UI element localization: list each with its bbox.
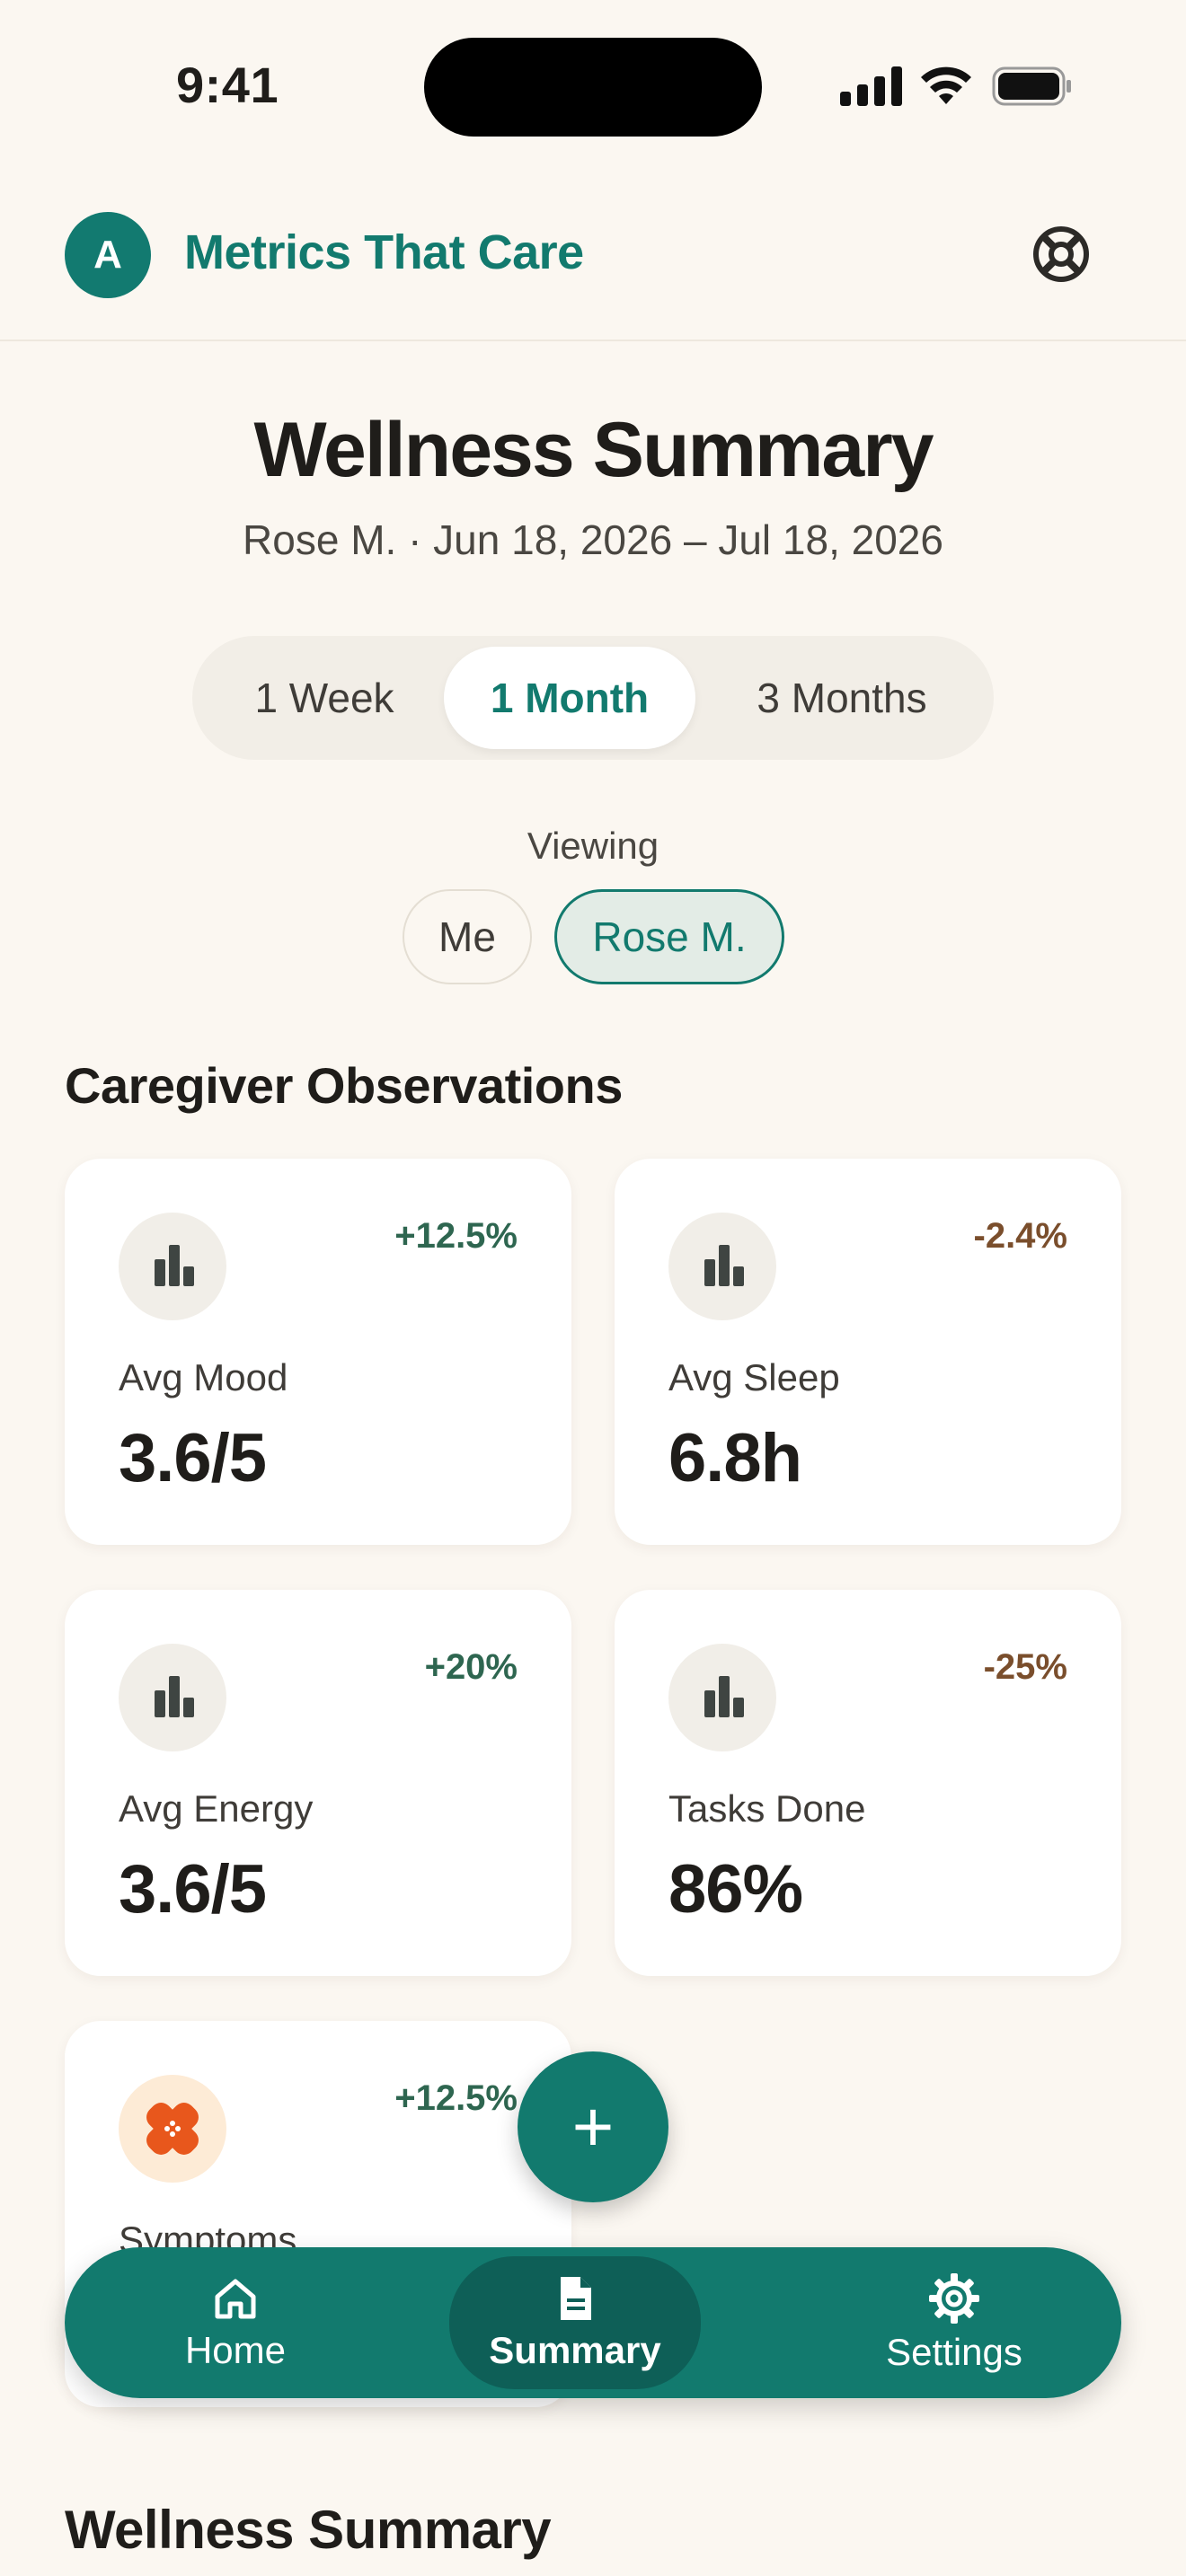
metric-delta: +12.5% — [394, 2078, 518, 2118]
battery-icon — [992, 66, 1071, 106]
bar-chart-icon — [119, 1213, 226, 1320]
metric-label: Avg Sleep — [668, 1356, 840, 1398]
metric-value: 6.8h — [668, 1420, 802, 1496]
nav-label: Settings — [886, 2331, 1022, 2373]
status-time: 9:41 — [176, 57, 279, 113]
bar-chart-icon — [119, 1644, 226, 1751]
metric-label: Tasks Done — [668, 1787, 866, 1830]
cellular-signal-icon — [840, 66, 903, 106]
metric-delta: +20% — [424, 1647, 518, 1687]
metric-value: 3.6/5 — [119, 1420, 267, 1496]
app-title: Metrics That Care — [184, 225, 584, 279]
document-icon — [561, 2277, 591, 2320]
section-title-wellness: Wellness Summary — [65, 2500, 552, 2560]
metric-delta: +12.5% — [394, 1216, 518, 1256]
bar-chart-icon — [668, 1213, 776, 1320]
home-icon — [215, 2279, 256, 2319]
nav-label: Summary — [489, 2329, 661, 2371]
wifi-icon — [921, 66, 971, 104]
dynamic-island — [424, 38, 762, 137]
viewing-chip-rose[interactable]: Rose M. — [554, 889, 784, 984]
metric-card-tasks[interactable]: -25% Tasks Done 86% — [615, 1590, 1121, 1976]
metric-label: Avg Mood — [119, 1356, 288, 1398]
viewing-label: Viewing — [527, 825, 659, 867]
metric-value: 86% — [668, 1851, 803, 1928]
metric-card-sleep[interactable]: -2.4% Avg Sleep 6.8h — [615, 1159, 1121, 1545]
tab-1-month[interactable]: 1 Month — [444, 647, 695, 749]
nav-summary[interactable]: Summary — [449, 2256, 701, 2389]
viewing-chip-me[interactable]: Me — [403, 889, 532, 984]
bandage-icon — [119, 2075, 226, 2183]
tab-1-week[interactable]: 1 Week — [203, 647, 446, 749]
nav-label: Home — [184, 2329, 287, 2371]
gear-icon — [929, 2273, 979, 2324]
metric-delta: -2.4% — [973, 1216, 1068, 1256]
app-header — [0, 153, 1186, 341]
range-selector: 1 Week 1 Month 3 Months — [192, 636, 994, 760]
add-entry-button[interactable]: + — [518, 2051, 668, 2202]
bar-chart-icon — [668, 1644, 776, 1751]
section-title-caregiver: Caregiver Observations — [65, 1057, 623, 1114]
nav-settings[interactable]: Settings — [837, 2247, 1071, 2398]
bottom-nav: Home Summary Settings — [65, 2247, 1121, 2398]
nav-home[interactable]: Home — [119, 2247, 352, 2398]
metric-card-energy[interactable]: +20% Avg Energy 3.6/5 — [65, 1590, 571, 1976]
metric-card-mood[interactable]: +12.5% Avg Mood 3.6/5 — [65, 1159, 571, 1545]
metric-delta: -25% — [983, 1647, 1067, 1687]
metric-label: Avg Energy — [119, 1787, 314, 1830]
page-subtitle: Rose M. · Jun 18, 2026 – Jul 18, 2026 — [243, 516, 943, 563]
avatar[interactable]: A — [65, 212, 151, 298]
metric-value: 3.6/5 — [119, 1851, 267, 1928]
lifebuoy-icon[interactable] — [1031, 225, 1091, 284]
page-title: Wellness Summary — [253, 407, 934, 493]
tab-3-months[interactable]: 3 Months — [701, 647, 983, 749]
